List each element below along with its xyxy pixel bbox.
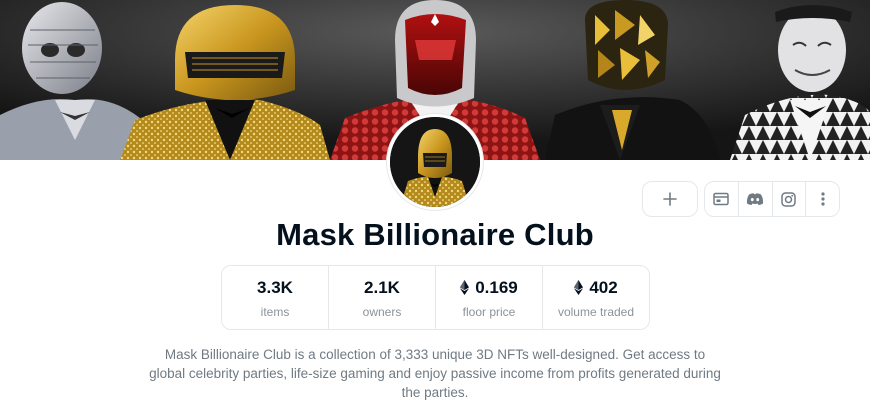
stat-owners[interactable]: 2.1K owners [329,266,436,329]
website-button[interactable] [705,182,739,216]
discord-button[interactable] [739,182,773,216]
website-icon [713,192,730,206]
social-links-group [704,181,840,217]
collection-stats: 3.3K items 2.1K owners 0.169 floor price [221,265,650,330]
avatar-image [390,117,480,207]
instagram-button[interactable] [773,182,807,216]
more-button[interactable] [806,182,839,216]
ethereum-icon [460,280,470,295]
stat-value: 3.3K [257,277,293,299]
stat-label: volume traded [557,304,635,319]
stat-number: 402 [589,277,618,297]
stat-label: floor price [462,304,516,319]
collection-description: Mask Billionaire Club is a collection of… [149,347,721,400]
collection-title: Mask Billionaire Club [276,217,594,252]
add-button[interactable] [642,181,698,217]
stat-value: 402 [574,277,618,299]
ethereum-icon [574,280,584,295]
plus-icon [663,192,677,206]
collection-avatar [387,114,483,210]
stat-items[interactable]: 3.3K items [222,266,329,329]
stat-floor-price[interactable]: 0.169 floor price [436,266,543,329]
stat-volume-traded[interactable]: 402 volume traded [543,266,649,329]
stat-number: 0.169 [475,277,518,297]
instagram-icon [781,191,797,207]
stat-number: 3.3K [257,277,293,297]
stat-value: 2.1K [364,277,400,299]
stat-value: 0.169 [460,277,518,299]
discord-icon [747,193,764,205]
more-icon [821,192,825,206]
stat-label: owners [362,304,402,319]
stat-number: 2.1K [364,277,400,297]
stat-label: items [260,304,290,319]
